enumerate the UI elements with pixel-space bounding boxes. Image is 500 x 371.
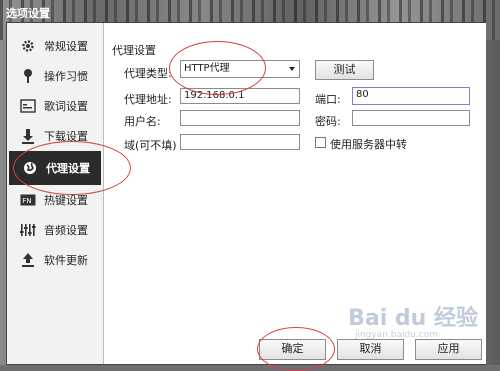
sidebar-item-label: 歌词设置 xyxy=(44,100,88,113)
sidebar-item-audio[interactable]: 音频设置 xyxy=(7,215,103,245)
window-title: 选项设置 xyxy=(6,7,50,20)
relay-label: 使用服务器中转 xyxy=(330,138,407,151)
username-label: 用户名: xyxy=(124,115,161,128)
password-input[interactable] xyxy=(352,110,470,126)
sidebar-item-label: 常规设置 xyxy=(44,40,88,53)
chevron-down-icon xyxy=(289,67,295,71)
sidebar-item-habits[interactable]: 操作习惯 xyxy=(7,61,103,91)
sidebar-item-label: 热键设置 xyxy=(44,194,88,207)
gear-icon xyxy=(20,38,36,54)
section-title: 代理设置 xyxy=(112,44,156,57)
watermark-logo: Bai du 经验 xyxy=(348,306,478,331)
update-icon xyxy=(20,252,36,268)
sidebar-item-download[interactable]: 下载设置 xyxy=(7,121,103,151)
download-icon xyxy=(20,128,36,144)
password-label: 密码: xyxy=(315,115,341,128)
sidebar-item-proxy[interactable]: 代理设置 xyxy=(9,151,101,185)
test-button[interactable]: 测试 xyxy=(315,60,374,80)
pin-icon xyxy=(20,68,36,84)
svg-text:FN: FN xyxy=(22,197,31,205)
hotkey-icon: FN xyxy=(20,192,36,208)
equalizer-icon xyxy=(20,222,36,238)
watermark-url: jingyan.baidu.com xyxy=(354,330,438,340)
apply-button[interactable]: 应用 xyxy=(415,339,482,360)
port-input[interactable]: 80 xyxy=(352,87,470,105)
username-input[interactable] xyxy=(180,110,300,126)
sidebar-item-label: 软件更新 xyxy=(44,254,88,267)
sidebar-item-label: 代理设置 xyxy=(46,162,90,175)
domain-input[interactable] xyxy=(180,134,300,150)
proxy-type-label: 代理类型: xyxy=(124,67,172,80)
proxy-type-select[interactable]: HTTP代理 xyxy=(180,60,300,78)
sidebar-item-label: 下载设置 xyxy=(44,130,88,143)
sidebar: 常规设置 操作习惯 歌词设置 下载设置 代理设置 FN 热键设置 音频设置 软件… xyxy=(7,23,104,364)
lyrics-icon xyxy=(20,98,36,114)
sidebar-item-label: 音频设置 xyxy=(44,224,88,237)
proxy-type-value: HTTP代理 xyxy=(184,63,230,74)
ok-button[interactable]: 确定 xyxy=(259,339,326,360)
proxy-address-input[interactable]: 192.168.0.1 xyxy=(180,88,300,104)
sidebar-item-lyrics[interactable]: 歌词设置 xyxy=(7,91,103,121)
proxy-address-label: 代理地址: xyxy=(124,93,172,106)
proxy-icon xyxy=(22,160,38,176)
title-bar[interactable]: 选项设置 xyxy=(0,0,500,22)
sidebar-item-update[interactable]: 软件更新 xyxy=(7,245,103,275)
sidebar-item-label: 操作习惯 xyxy=(44,70,88,83)
sidebar-item-hotkey[interactable]: FN 热键设置 xyxy=(7,185,103,215)
cancel-button[interactable]: 取消 xyxy=(337,339,404,360)
sidebar-item-general[interactable]: 常规设置 xyxy=(7,31,103,61)
port-label: 端口: xyxy=(315,93,341,106)
relay-checkbox[interactable] xyxy=(315,137,326,148)
domain-label: 域(可不填) xyxy=(124,139,177,152)
